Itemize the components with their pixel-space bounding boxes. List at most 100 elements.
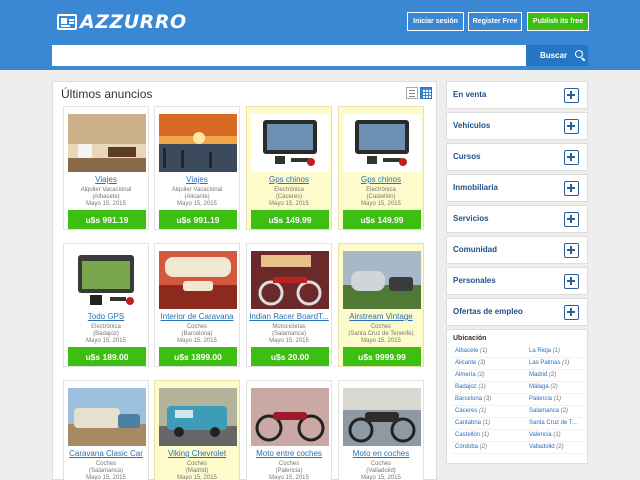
location-count: (2) (554, 444, 564, 450)
category-item[interactable]: Servicios (446, 205, 588, 233)
grid-view-icon[interactable] (420, 87, 432, 99)
listing-title[interactable]: Interior de Caravana (155, 312, 239, 321)
location-link[interactable]: Albacete (1) (455, 348, 487, 354)
listing-card[interactable]: Gps chinos Electrónica (Cáceres) Mayo 15, 2… (246, 106, 332, 230)
location-link[interactable]: Almería (2) (455, 372, 485, 378)
expand-plus-icon[interactable] (564, 243, 579, 258)
category-item[interactable]: En venta (446, 81, 588, 109)
listing-price[interactable]: u$s 189.00 (68, 347, 146, 366)
listing-card[interactable]: Airstream Vintage Coches (Santa Cruz de Te… (338, 243, 424, 367)
login-button[interactable]: Iniciar sesión (407, 12, 464, 31)
register-button[interactable]: Register Free (468, 12, 522, 31)
logo[interactable]: AZZURRO (57, 11, 187, 33)
category-item[interactable]: Ofertas de empleo (446, 298, 588, 326)
location-link[interactable]: Santa Cruz de T... (529, 420, 577, 426)
list-view-icon[interactable] (406, 87, 418, 99)
location-name: Cantabria (455, 420, 482, 426)
category-item[interactable]: Inmobiliaria (446, 174, 588, 202)
listing-thumbnail[interactable] (68, 388, 146, 446)
listing-thumbnail[interactable] (343, 114, 421, 172)
expand-plus-icon[interactable] (564, 181, 579, 196)
listing-title[interactable]: Airstream Vintage (339, 312, 423, 321)
location-link[interactable]: Cáceres (1) (455, 408, 486, 414)
listing-title[interactable]: Todo GPS (64, 312, 148, 321)
location-name: Málaga (529, 384, 549, 390)
listing-title[interactable]: Viajes (155, 175, 239, 184)
publish-button[interactable]: Publish its free (527, 12, 589, 31)
listing-price[interactable]: u$s 149.99 (251, 210, 329, 229)
listing-card[interactable]: Viajes Alquiler Vacacional (Albacete) Mayo … (63, 106, 149, 230)
location-link[interactable]: Palencia (1) (529, 396, 561, 402)
location-link[interactable]: Málaga (2) (529, 384, 558, 390)
expand-plus-icon[interactable] (564, 305, 579, 320)
location-name: Madrid (529, 372, 548, 378)
listing-title[interactable]: Caravana Clasic Car (64, 449, 148, 458)
listing-thumbnail[interactable] (159, 114, 237, 172)
listing-price[interactable]: u$s 9999.99 (343, 347, 421, 366)
listing-thumbnail[interactable] (159, 388, 237, 446)
listing-thumbnail[interactable] (251, 114, 329, 172)
listing-card[interactable]: Viking Chevrolet Coches (Madrid) Mayo 15, 2… (154, 380, 240, 480)
location-link[interactable]: Alicante (3) (455, 360, 485, 366)
location-link[interactable]: Valencia (1) (529, 432, 561, 438)
expand-plus-icon[interactable] (564, 119, 579, 134)
listing-card[interactable]: Gps chinos Electrónica (Castellón) Mayo 15,… (338, 106, 424, 230)
listing-title[interactable]: Gps chinos (339, 175, 423, 184)
listing-title[interactable]: Indian Racer BoardT... (247, 312, 331, 321)
listing-thumbnail[interactable] (68, 251, 146, 309)
category-item[interactable]: Cursos (446, 143, 588, 171)
location-name: Palencia (529, 396, 553, 402)
listings-panel: Últimos anuncios Viajes Alquiler Vacacion… (52, 81, 437, 480)
listing-price[interactable]: u$s 1899.00 (159, 347, 237, 366)
category-label: Cursos (453, 152, 481, 161)
listing-card[interactable]: Todo GPS Electrónica (Badajoz) Mayo 15, 201… (63, 243, 149, 367)
location-divider (452, 405, 583, 406)
listing-price[interactable]: u$s 149.99 (343, 210, 421, 229)
listing-title[interactable]: Gps chinos (247, 175, 331, 184)
search-input[interactable] (52, 45, 526, 66)
expand-plus-icon[interactable] (564, 88, 579, 103)
location-name: La Rioja (529, 348, 552, 354)
listing-card[interactable]: Interior de Caravana Coches (Barcelona) May… (154, 243, 240, 367)
expand-plus-icon[interactable] (564, 274, 579, 289)
category-label: Inmobiliaria (453, 183, 498, 192)
listing-thumbnail[interactable] (251, 251, 329, 309)
location-link[interactable]: Barcelona (3) (455, 396, 491, 402)
category-item[interactable]: Comunidad (446, 236, 588, 264)
location-link[interactable]: Castellón (1) (455, 432, 489, 438)
location-divider (452, 453, 583, 454)
expand-plus-icon[interactable] (564, 150, 579, 165)
category-label: En venta (453, 90, 487, 99)
location-link[interactable]: Badajoz (1) (455, 384, 486, 390)
listing-card[interactable]: Moto entre coches Coches (Palencia) Mayo 15… (246, 380, 332, 480)
listing-title[interactable]: Viajes (64, 175, 148, 184)
listing-thumbnail[interactable] (68, 114, 146, 172)
category-item[interactable]: Vehículos (446, 112, 588, 140)
listing-title[interactable]: Viking Chevrolet (155, 449, 239, 458)
listing-card[interactable]: Caravana Clasic Car Coches (Salamanca) Mayo… (63, 380, 149, 480)
newspaper-icon (57, 14, 77, 30)
listing-date: Mayo 15, 2015 (86, 338, 126, 344)
location-link[interactable]: Madrid (2) (529, 372, 556, 378)
location-link[interactable]: La Rioja (1) (529, 348, 560, 354)
search-button[interactable]: Buscar (526, 45, 588, 66)
listing-card[interactable]: Moto en coches Coches (Valladolid) Mayo 15,… (338, 380, 424, 480)
listing-thumbnail[interactable] (159, 251, 237, 309)
listing-card[interactable]: Viajes Alquiler Vacacional (Alicante) Mayo … (154, 106, 240, 230)
expand-plus-icon[interactable] (564, 212, 579, 227)
listing-thumbnail[interactable] (343, 388, 421, 446)
listing-price[interactable]: u$s 991.19 (68, 210, 146, 229)
location-link[interactable]: Valladolid (2) (529, 444, 564, 450)
listing-price[interactable]: u$s 20.00 (251, 347, 329, 366)
location-link[interactable]: Córdoba (2) (455, 444, 487, 450)
listing-price[interactable]: u$s 991.19 (159, 210, 237, 229)
listing-thumbnail[interactable] (251, 388, 329, 446)
listing-card[interactable]: Indian Racer BoardT... Motocicletas (Salam… (246, 243, 332, 367)
listing-title[interactable]: Moto en coches (339, 449, 423, 458)
category-item[interactable]: Personales (446, 267, 588, 295)
location-link[interactable]: Las Palmas (1) (529, 360, 569, 366)
location-link[interactable]: Salamanca (2) (529, 408, 568, 414)
location-link[interactable]: Cantabria (1) (455, 420, 490, 426)
listing-thumbnail[interactable] (343, 251, 421, 309)
listing-title[interactable]: Moto entre coches (247, 449, 331, 458)
